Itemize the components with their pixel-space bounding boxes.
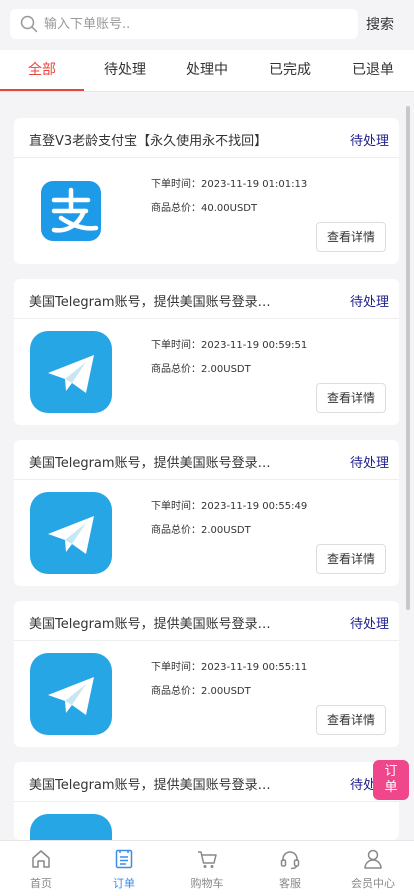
order-status: 待处理 — [350, 456, 390, 471]
search-box[interactable] — [10, 9, 358, 39]
nav-member[interactable]: 会员中心 — [332, 841, 414, 896]
status-tabs: 全部 待处理 处理中 已完成 已退单 — [0, 50, 414, 92]
order-time: 下单时间：2023-11-19 01:01:13 — [151, 179, 308, 190]
order-price: 商品总价：2.00USDT — [151, 525, 251, 536]
order-price: 商品总价：40.00USDT — [151, 203, 258, 214]
tab-pending[interactable]: 待处理 — [84, 50, 166, 92]
nav-label: 首页 — [30, 877, 52, 890]
order-card: 直登V3老龄支付宝【永久使用永不找回】 待处理 下单时间：2023-11-19 … — [14, 118, 399, 264]
order-card: 美国Telegram账号，提供美国账号登录服务 待处理 下单时间：2023-11… — [14, 279, 399, 425]
search-input[interactable] — [44, 13, 344, 35]
order-status: 待处理 — [350, 295, 390, 310]
telegram-icon — [30, 814, 112, 840]
view-details-button[interactable]: 查看详情 — [316, 222, 386, 252]
tab-all[interactable]: 全部 — [0, 50, 84, 92]
nav-home[interactable]: 首页 — [0, 841, 82, 896]
order-list-icon — [115, 849, 133, 869]
view-details-button[interactable]: 查看详情 — [316, 383, 386, 413]
order-status: 待处理 — [350, 134, 390, 149]
user-icon — [364, 849, 382, 869]
order-status: 待处理 — [350, 617, 390, 632]
telegram-icon — [30, 492, 112, 574]
order-card: 美国Telegram账号，提供美国账号登录服务 待处理 下单时间：2023-11… — [14, 601, 399, 747]
tab-processing[interactable]: 处理中 — [166, 50, 248, 92]
order-header: 美国Telegram账号，提供美国账号登录服务 待处理 — [14, 762, 399, 802]
view-details-button[interactable]: 查看详情 — [316, 705, 386, 735]
order-price: 商品总价：2.00USDT — [151, 686, 251, 697]
order-title: 直登V3老龄支付宝【永久使用永不找回】 — [29, 134, 268, 149]
active-tab-indicator — [0, 89, 84, 91]
order-title: 美国Telegram账号，提供美国账号登录服务 — [29, 778, 279, 793]
nav-support[interactable]: 客服 — [249, 841, 331, 896]
order-time: 下单时间：2023-11-19 00:55:11 — [151, 662, 308, 673]
order-time: 下单时间：2023-11-19 00:59:51 — [151, 340, 308, 351]
order-header: 美国Telegram账号，提供美国账号登录服务 待处理 — [14, 279, 399, 319]
order-time: 下单时间：2023-11-19 00:55:49 — [151, 501, 308, 512]
order-card: 美国Telegram账号，提供美国账号登录服务 待处理 — [14, 762, 399, 840]
order-price: 商品总价：2.00USDT — [151, 364, 251, 375]
nav-label: 客服 — [279, 877, 301, 890]
view-details-button[interactable]: 查看详情 — [316, 544, 386, 574]
tab-refunded[interactable]: 已退单 — [332, 50, 414, 92]
cart-icon — [198, 851, 217, 868]
order-header: 美国Telegram账号，提供美国账号登录服务 待处理 — [14, 440, 399, 480]
order-header: 美国Telegram账号，提供美国账号登录服务 待处理 — [14, 601, 399, 641]
order-card: 美国Telegram账号，提供美国账号登录服务 待处理 下单时间：2023-11… — [14, 440, 399, 586]
headset-icon — [280, 851, 300, 870]
search-bar: 搜索 — [0, 0, 414, 50]
nav-orders[interactable]: 订单 — [83, 841, 165, 896]
alipay-icon — [28, 168, 114, 254]
bottom-nav: 首页 订单 购物车 客服 会员中心 — [0, 840, 414, 896]
search-icon — [20, 15, 38, 33]
telegram-icon — [30, 331, 112, 413]
nav-cart[interactable]: 购物车 — [166, 841, 248, 896]
tab-completed[interactable]: 已完成 — [248, 50, 332, 92]
nav-label: 订单 — [113, 877, 135, 890]
search-button[interactable]: 搜索 — [366, 14, 394, 34]
order-title: 美国Telegram账号，提供美国账号登录服务 — [29, 295, 279, 310]
nav-label: 购物车 — [190, 877, 224, 890]
floating-order-button[interactable]: 订 单 — [373, 760, 409, 800]
scrollbar[interactable] — [406, 106, 410, 610]
nav-label: 会员中心 — [351, 877, 395, 890]
telegram-icon — [30, 653, 112, 735]
home-icon — [32, 850, 50, 868]
order-title: 美国Telegram账号，提供美国账号登录服务 — [29, 617, 279, 632]
order-title: 美国Telegram账号，提供美国账号登录服务 — [29, 456, 279, 471]
order-header: 直登V3老龄支付宝【永久使用永不找回】 待处理 — [14, 118, 399, 158]
